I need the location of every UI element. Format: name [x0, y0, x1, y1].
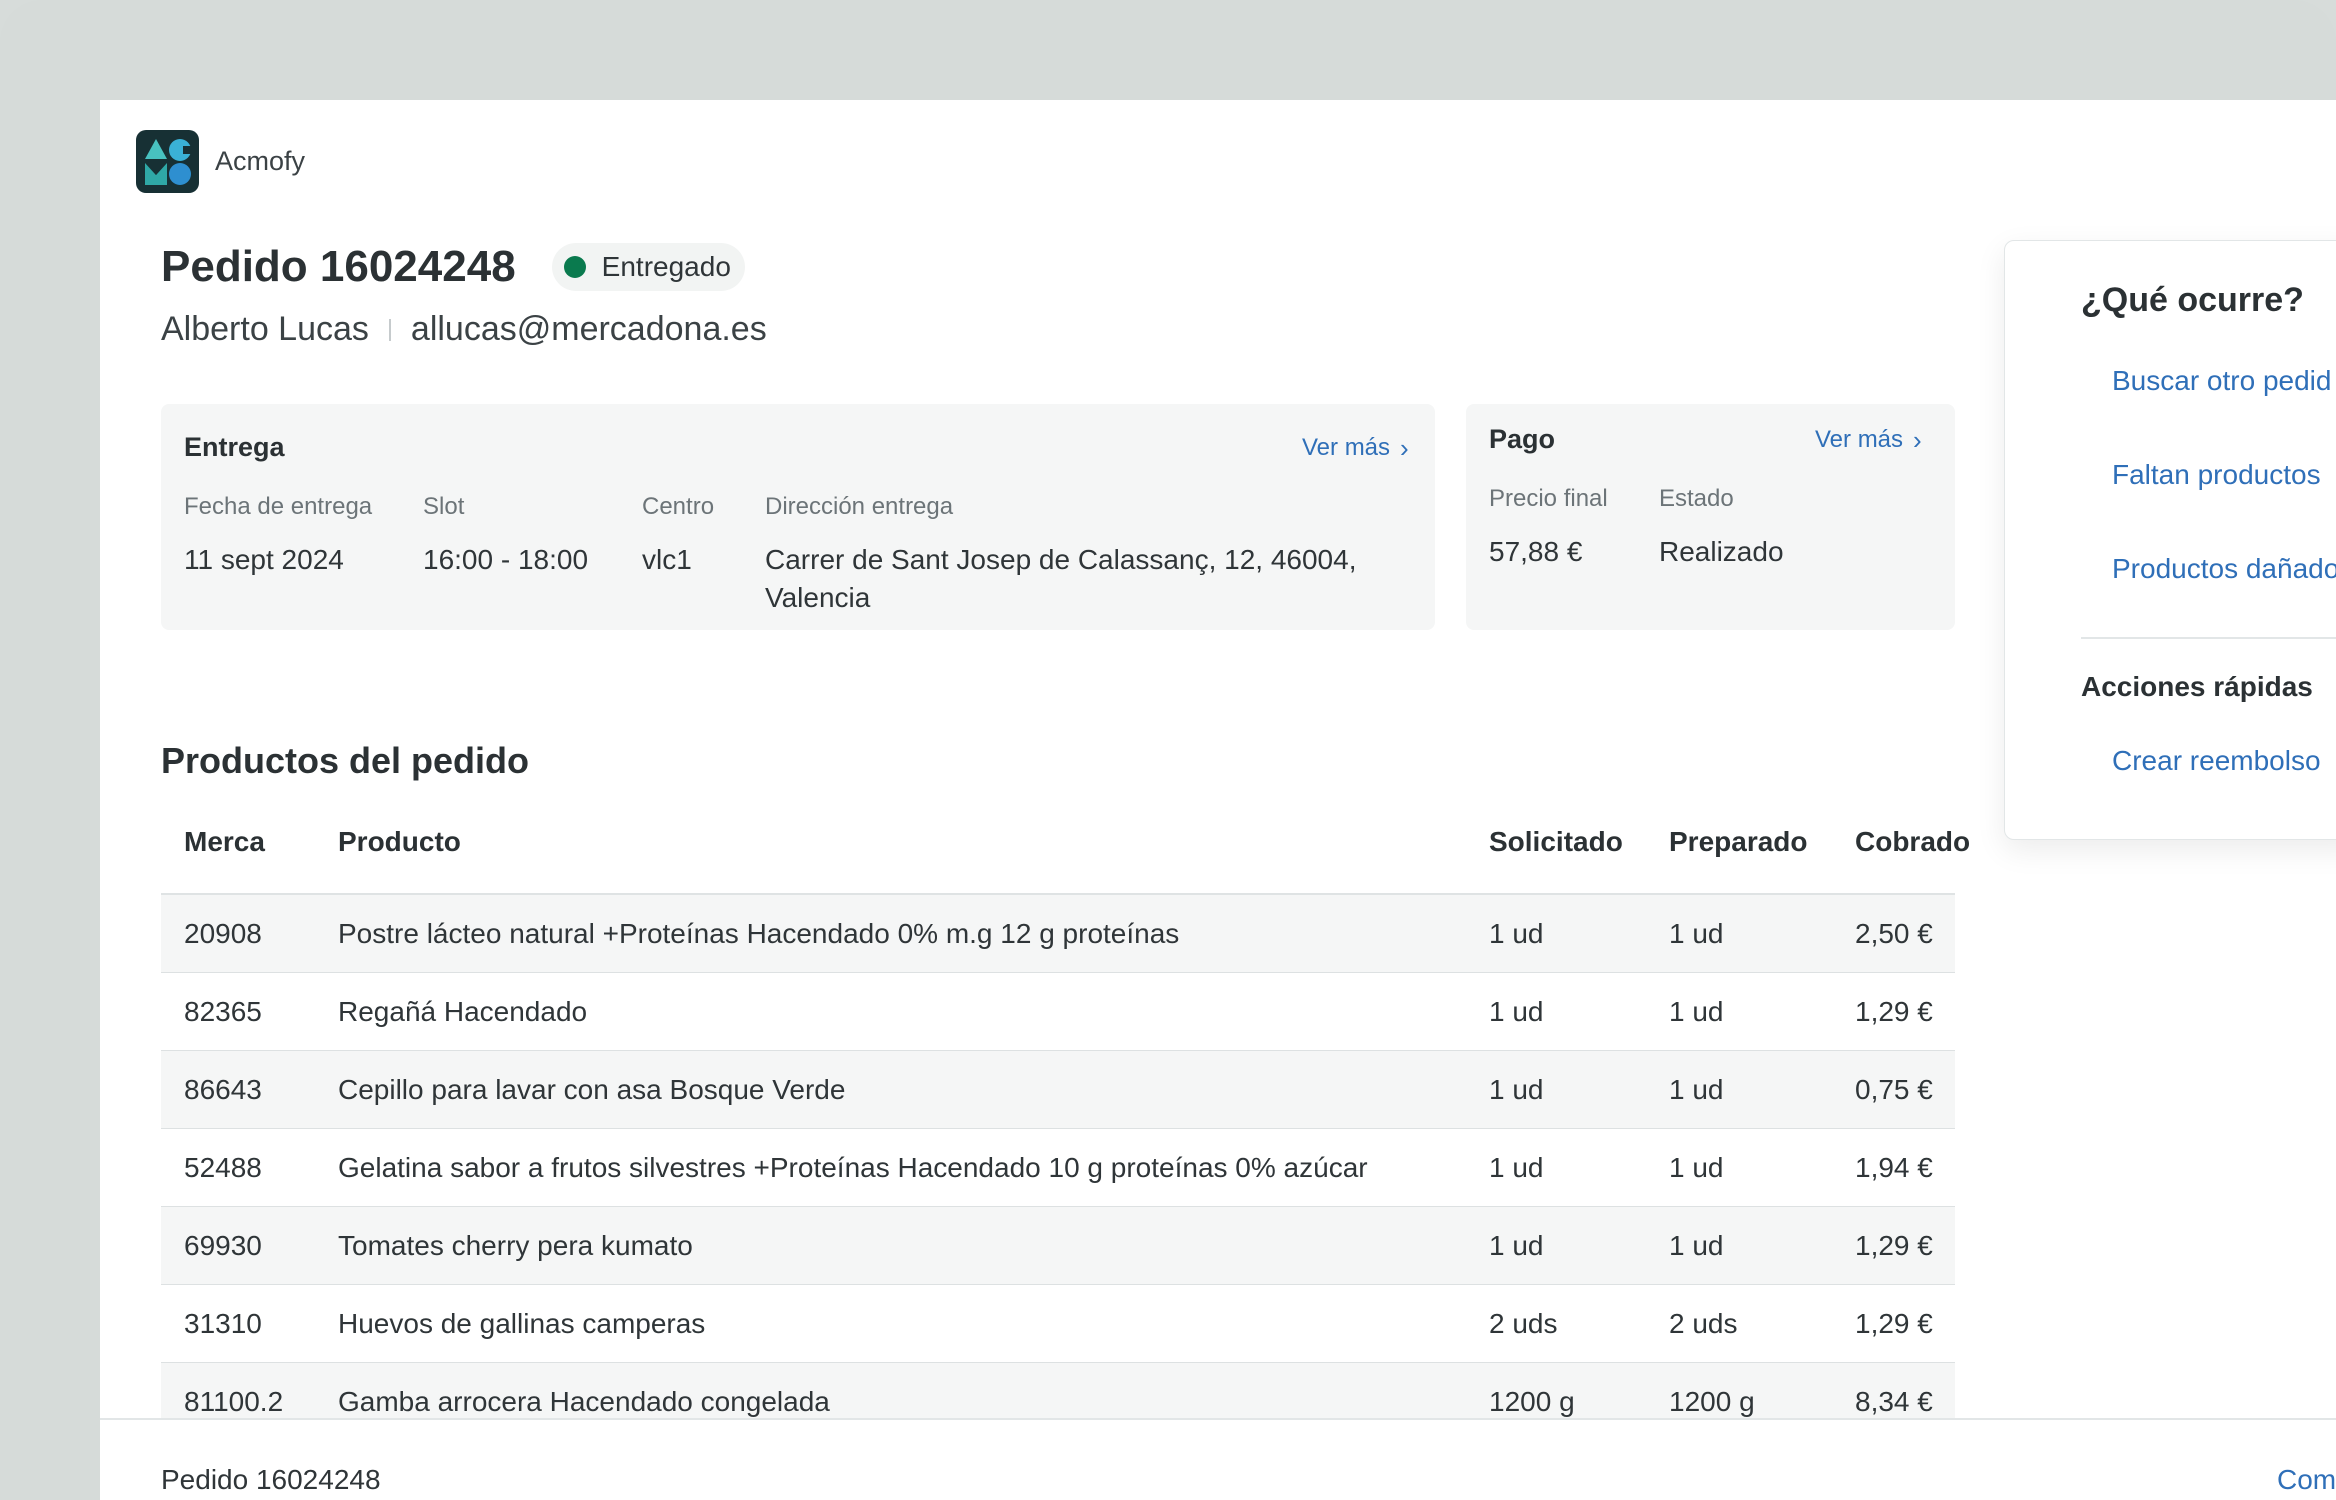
- delivery-date-field: Fecha de entrega 11 sept 2024: [184, 493, 373, 575]
- table-row[interactable]: 86643 Cepillo para lavar con asa Bosque …: [161, 1051, 1955, 1129]
- payment-more-link[interactable]: Ver más ›: [1815, 426, 1922, 454]
- footer-action-link[interactable]: Com: [2277, 1464, 2336, 1496]
- cell-cobrado: 1,29 €: [1855, 1307, 1933, 1339]
- cell-solicitado: 1 ud: [1489, 1229, 1544, 1261]
- cell-solicitado: 1 ud: [1489, 1151, 1544, 1183]
- delivery-card-title: Entrega: [184, 432, 285, 462]
- customer-name: Alberto Lucas: [161, 310, 369, 348]
- cell-solicitado: 2 uds: [1489, 1307, 1558, 1339]
- cell-cobrado: 0,75 €: [1855, 1073, 1933, 1105]
- cell-cobrado: 1,94 €: [1855, 1151, 1933, 1183]
- missing-products-link[interactable]: Faltan productos: [2112, 459, 2321, 491]
- final-price-field: Precio final 57,88 €: [1489, 485, 1608, 567]
- chevron-right-icon: ›: [1913, 425, 1922, 455]
- divider: [388, 318, 391, 341]
- screen-background: Acmofy Pedido 16024248 Entregado Alberto…: [0, 0, 2336, 1500]
- cell-producto: Cepillo para lavar con asa Bosque Verde: [338, 1073, 846, 1105]
- app-logo-icon: [136, 130, 199, 193]
- chevron-right-icon: ›: [1400, 433, 1409, 463]
- delivery-center-field: Centro vlc1: [642, 493, 715, 575]
- status-badge: Entregado: [551, 243, 745, 291]
- delivery-address-field: Dirección entrega Carrer de Sant Josep d…: [765, 493, 1357, 613]
- cell-cobrado: 8,34 €: [1855, 1385, 1933, 1417]
- cell-merca: 81100.2: [184, 1385, 284, 1417]
- cell-solicitado: 1200 g: [1489, 1385, 1575, 1417]
- status-text: Entregado: [601, 251, 731, 282]
- column-header-merca[interactable]: Merca: [184, 826, 265, 858]
- cell-solicitado: 1 ud: [1489, 917, 1544, 949]
- side-panel-divider: [2081, 637, 2336, 639]
- table-row[interactable]: 52488 Gelatina sabor a frutos silvestres…: [161, 1129, 1955, 1207]
- column-header-solicitado[interactable]: Solicitado: [1489, 826, 1623, 858]
- quick-actions-title: Acciones rápidas: [2081, 671, 2313, 702]
- cell-preparado: 1 ud: [1669, 1151, 1724, 1183]
- search-other-order-link[interactable]: Buscar otro pedid: [2112, 365, 2331, 397]
- cell-preparado: 1 ud: [1669, 917, 1724, 949]
- create-refund-link[interactable]: Crear reembolso: [2112, 745, 2321, 777]
- cell-preparado: 1 ud: [1669, 1073, 1724, 1105]
- cell-preparado: 1 ud: [1669, 1229, 1724, 1261]
- column-header-cobrado[interactable]: Cobrado: [1855, 826, 1970, 858]
- payment-more-label: Ver más: [1815, 426, 1904, 453]
- cell-preparado: 2 uds: [1669, 1307, 1738, 1339]
- table-row[interactable]: 69930 Tomates cherry pera kumato 1 ud 1 …: [161, 1207, 1955, 1285]
- column-header-preparado[interactable]: Preparado: [1669, 826, 1808, 858]
- status-dot-icon: [563, 256, 586, 278]
- footer-order-title: Pedido 16024248: [161, 1464, 381, 1495]
- cell-cobrado: 1,29 €: [1855, 1229, 1933, 1261]
- cell-merca: 82365: [184, 995, 262, 1027]
- cell-merca: 69930: [184, 1229, 262, 1261]
- payment-card: Pago Ver más › Precio final 57,88 € Esta…: [1466, 404, 1955, 630]
- cell-solicitado: 1 ud: [1489, 995, 1544, 1027]
- payment-card-title: Pago: [1489, 424, 1556, 454]
- cell-producto: Postre lácteo natural +Proteínas Hacenda…: [338, 917, 1180, 949]
- side-panel-title: ¿Qué ocurre?: [2081, 281, 2304, 319]
- order-header: Pedido 16024248 Entregado: [161, 242, 745, 292]
- customer-email: allucas@mercadona.es: [410, 310, 767, 348]
- delivery-more-link[interactable]: Ver más ›: [1302, 434, 1409, 462]
- delivery-slot-field: Slot 16:00 - 18:00: [423, 493, 589, 575]
- cell-merca: 52488: [184, 1151, 262, 1183]
- cell-preparado: 1200 g: [1669, 1385, 1755, 1417]
- cell-merca: 31310: [184, 1307, 262, 1339]
- help-side-panel: ¿Qué ocurre? Buscar otro pedid Faltan pr…: [2004, 240, 2336, 840]
- cell-merca: 86643: [184, 1073, 262, 1105]
- products-table: Merca Producto Solicitado Preparado Cobr…: [161, 790, 1970, 1441]
- cell-producto: Huevos de gallinas camperas: [338, 1307, 706, 1339]
- delivery-card: Entrega Ver más › Fecha de entrega 11 se…: [161, 404, 1435, 630]
- app-name: Acmofy: [215, 146, 306, 176]
- cell-preparado: 1 ud: [1669, 995, 1724, 1027]
- cell-cobrado: 2,50 €: [1855, 917, 1933, 949]
- cell-producto: Gamba arrocera Hacendado congelada: [338, 1385, 830, 1417]
- brand[interactable]: Acmofy: [136, 130, 305, 193]
- table-row[interactable]: 31310 Huevos de gallinas camperas 2 uds …: [161, 1285, 1955, 1363]
- damaged-products-link[interactable]: Productos dañado: [2112, 553, 2336, 585]
- cell-cobrado: 1,29 €: [1855, 995, 1933, 1027]
- cell-producto: Tomates cherry pera kumato: [338, 1229, 693, 1261]
- column-header-producto[interactable]: Producto: [338, 826, 461, 858]
- footer-bar: Pedido 16024248 Com: [100, 1418, 2336, 1500]
- table-header: Merca Producto Solicitado Preparado Cobr…: [161, 790, 1970, 895]
- table-row[interactable]: 82365 Regañá Hacendado 1 ud 1 ud 1,29 €: [161, 973, 1955, 1051]
- cell-solicitado: 1 ud: [1489, 1073, 1544, 1105]
- app-window: Acmofy Pedido 16024248 Entregado Alberto…: [100, 100, 2336, 1500]
- customer-info: Alberto Lucas allucas@mercadona.es: [161, 310, 767, 349]
- cell-merca: 20908: [184, 917, 262, 949]
- products-section-title: Productos del pedido: [161, 740, 530, 781]
- page-title: Pedido 16024248: [161, 242, 516, 291]
- payment-status-field: Estado Realizado: [1659, 485, 1784, 567]
- cell-producto: Gelatina sabor a frutos silvestres +Prot…: [338, 1151, 1368, 1183]
- cell-producto: Regañá Hacendado: [338, 995, 588, 1027]
- table-row[interactable]: 20908 Postre lácteo natural +Proteínas H…: [161, 895, 1955, 973]
- delivery-more-label: Ver más: [1302, 434, 1391, 461]
